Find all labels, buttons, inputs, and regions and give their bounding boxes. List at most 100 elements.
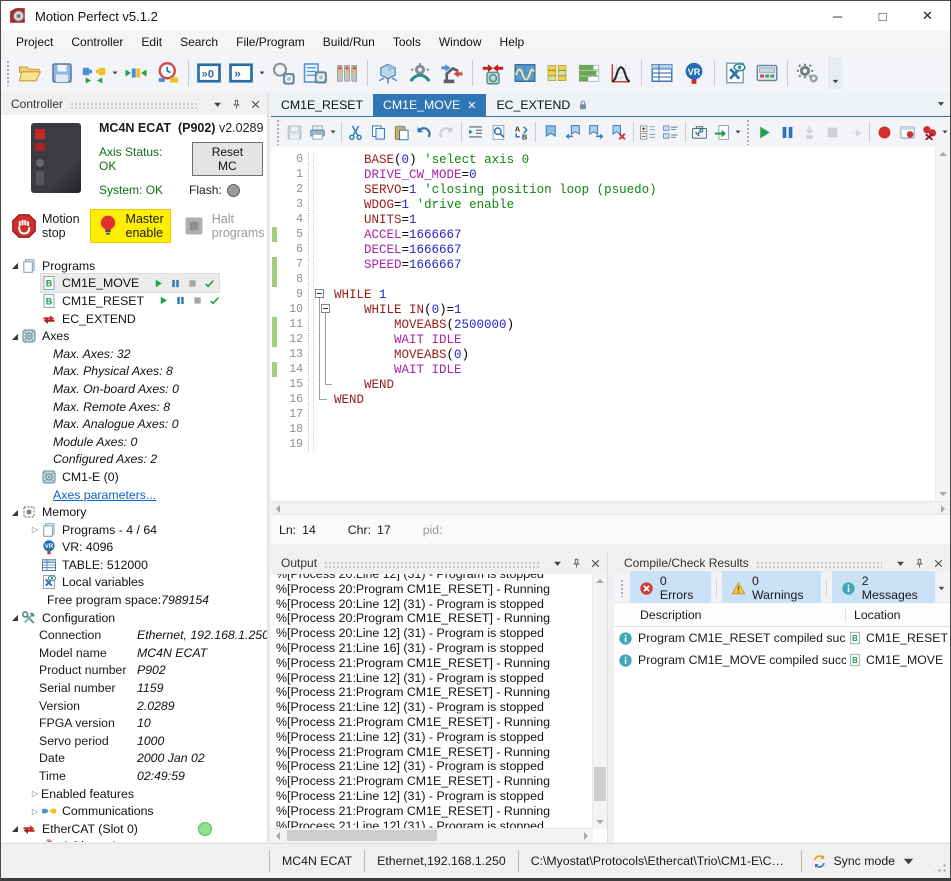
code-line[interactable]: 12 WAIT IDLE — [271, 332, 935, 347]
code-line[interactable]: 15 WEND — [271, 377, 935, 392]
fold-margin[interactable] — [314, 332, 334, 347]
menu-search[interactable]: Search — [171, 33, 227, 51]
code-line[interactable]: 5 ACCEL=1666667 — [271, 227, 935, 242]
cam-profile-editor-button[interactable] — [605, 57, 637, 89]
outline-view-button[interactable] — [659, 120, 682, 145]
pause-program-icon[interactable] — [175, 295, 186, 306]
reset-mc-button[interactable]: Reset MC — [192, 142, 263, 176]
axis-parameters-button[interactable] — [267, 57, 299, 89]
result-row[interactable]: Program CM1E_RESET compiled successfully… — [614, 627, 950, 649]
oscilloscope-button[interactable] — [509, 57, 541, 89]
run-options-button[interactable] — [734, 119, 743, 145]
print-dropdown[interactable] — [329, 119, 338, 145]
tree-row[interactable]: ◢Memory — [1, 503, 267, 521]
scrollbar-thumb[interactable] — [287, 830, 437, 841]
code-line[interactable]: 1 DRIVE_CW_MODE=0 — [271, 167, 935, 182]
options-button[interactable] — [792, 57, 824, 89]
code-line[interactable]: 4 UNITS=1 — [271, 212, 935, 227]
expander-open-icon[interactable]: ◢ — [9, 508, 21, 517]
code-line[interactable]: 11 MOVEABS(2500000) — [271, 317, 935, 332]
panel-menu-button[interactable] — [549, 555, 565, 571]
tree-row[interactable]: ◢Configuration — [1, 609, 267, 627]
code-line[interactable]: 10 WHILE IN(0)=1 — [271, 302, 935, 317]
tree-row[interactable]: Configured Axes: 2 — [1, 451, 267, 469]
code-line[interactable]: 7 SPEED=1666667 — [271, 257, 935, 272]
disconnect-controller-button[interactable] — [120, 57, 152, 89]
clear-bookmarks-button[interactable] — [607, 120, 630, 145]
tree-row[interactable]: BCM1E_MOVE — [1, 275, 267, 293]
tree-row[interactable]: Serial number1159 — [1, 679, 267, 697]
motion-stop-button[interactable]: Motionstop — [11, 212, 80, 241]
tree-row[interactable]: EC_EXTEND — [1, 310, 267, 328]
stop-program-icon[interactable] — [192, 295, 203, 306]
tree-row[interactable]: ◢Programs — [1, 257, 267, 275]
debug-options-button[interactable] — [941, 119, 950, 145]
auto-indent-button[interactable] — [465, 120, 488, 145]
maximize-button[interactable]: □ — [860, 1, 905, 31]
menu-tools[interactable]: Tools — [384, 33, 430, 51]
code-line[interactable]: 6 DECEL=1666667 — [271, 242, 935, 257]
variable-watch-button[interactable] — [719, 57, 751, 89]
scroll-down-icon[interactable] — [593, 815, 607, 829]
program-ok-icon[interactable] — [209, 295, 220, 306]
tree-row[interactable]: Max. Axes: 32 — [1, 345, 267, 363]
expander-closed-icon[interactable]: ▷ — [29, 525, 41, 534]
robot-jog-button[interactable] — [436, 57, 468, 89]
editor-horizontal-scrollbar[interactable] — [271, 501, 950, 515]
messages-filter-button[interactable]: 2 Messages — [832, 571, 935, 606]
fold-margin[interactable] — [314, 377, 334, 392]
code-line[interactable]: 19 — [271, 437, 935, 452]
tree-row[interactable]: Max. Analogue Axes: 0 — [1, 415, 267, 433]
tree-row[interactable]: Max. Remote Axes: 8 — [1, 398, 267, 416]
code-line[interactable]: 2 SERVO=1 'closing position loop (psuedo… — [271, 182, 935, 197]
code-line[interactable]: 0 BASE(0) 'select axis 0 — [271, 152, 935, 167]
chips-overflow-icon[interactable] — [937, 584, 946, 593]
close-button[interactable]: ✕ — [905, 1, 950, 31]
fold-margin[interactable] — [314, 302, 334, 317]
expander-open-icon[interactable]: ◢ — [9, 332, 21, 341]
scroll-up-icon[interactable] — [593, 574, 607, 588]
replace-button[interactable]: AB — [510, 120, 533, 145]
pause-program-icon[interactable] — [170, 278, 181, 289]
master-enable-button[interactable]: Masterenable — [90, 209, 171, 244]
warnings-filter-button[interactable]: 0 Warnings — [722, 571, 821, 606]
tree-row[interactable]: ◢Axes — [1, 327, 267, 345]
sync-mode-dropdown[interactable]: Sync mode — [802, 854, 926, 869]
tab-close-icon[interactable]: ✕ — [467, 99, 476, 112]
bar-meter-button[interactable] — [573, 57, 605, 89]
code-line[interactable]: 13 MOVEABS(0) — [271, 347, 935, 362]
tree-row[interactable]: Module Axes: 0 — [1, 433, 267, 451]
output-horizontal-scrollbar[interactable] — [271, 828, 593, 842]
tree-row[interactable]: ◢Address 1 — [1, 838, 267, 842]
toggle-bookmark-button[interactable] — [539, 120, 562, 145]
code-line[interactable]: 16WEND — [271, 392, 935, 407]
next-bookmark-button[interactable] — [584, 120, 607, 145]
run-to-line-button[interactable] — [711, 120, 734, 145]
scroll-right-icon[interactable] — [579, 829, 593, 842]
connect-controller-dropdown[interactable] — [110, 60, 120, 86]
tree-row[interactable]: VRVR: 4096 — [1, 539, 267, 557]
tree-row[interactable]: Date2000 Jan 02 — [1, 750, 267, 768]
terminal-channel-0-button[interactable]: »0 — [193, 57, 225, 89]
scroll-left-icon[interactable] — [271, 829, 285, 842]
axis-jog-button[interactable] — [477, 57, 509, 89]
errors-filter-button[interactable]: 0 Errors — [630, 571, 711, 606]
tree-row[interactable]: BCM1E_RESET — [1, 292, 267, 310]
io-status-button[interactable] — [331, 57, 363, 89]
panel-close-button[interactable] — [247, 96, 263, 112]
toggle-folds-button[interactable] — [636, 120, 659, 145]
expander-closed-icon[interactable]: ▷ — [29, 807, 41, 816]
tree-row[interactable]: ▷Programs - 4 / 64 — [1, 521, 267, 539]
panel-pin-button[interactable] — [228, 96, 244, 112]
menu-build-run[interactable]: Build/Run — [314, 33, 384, 51]
result-row[interactable]: Program CM1E_MOVE compiled successfullyB… — [614, 649, 950, 671]
expander-open-icon[interactable]: ◢ — [9, 261, 21, 270]
tree-row[interactable]: FPGA version10 — [1, 714, 267, 732]
recent-connections-button[interactable] — [152, 57, 184, 89]
tree-row[interactable]: Product numberP902 — [1, 662, 267, 680]
panel-menu-button[interactable] — [892, 555, 908, 571]
3d-plot-button[interactable] — [372, 57, 404, 89]
menu-window[interactable]: Window — [430, 33, 491, 51]
menu-project[interactable]: Project — [7, 33, 62, 51]
save-project-button[interactable] — [46, 57, 78, 89]
